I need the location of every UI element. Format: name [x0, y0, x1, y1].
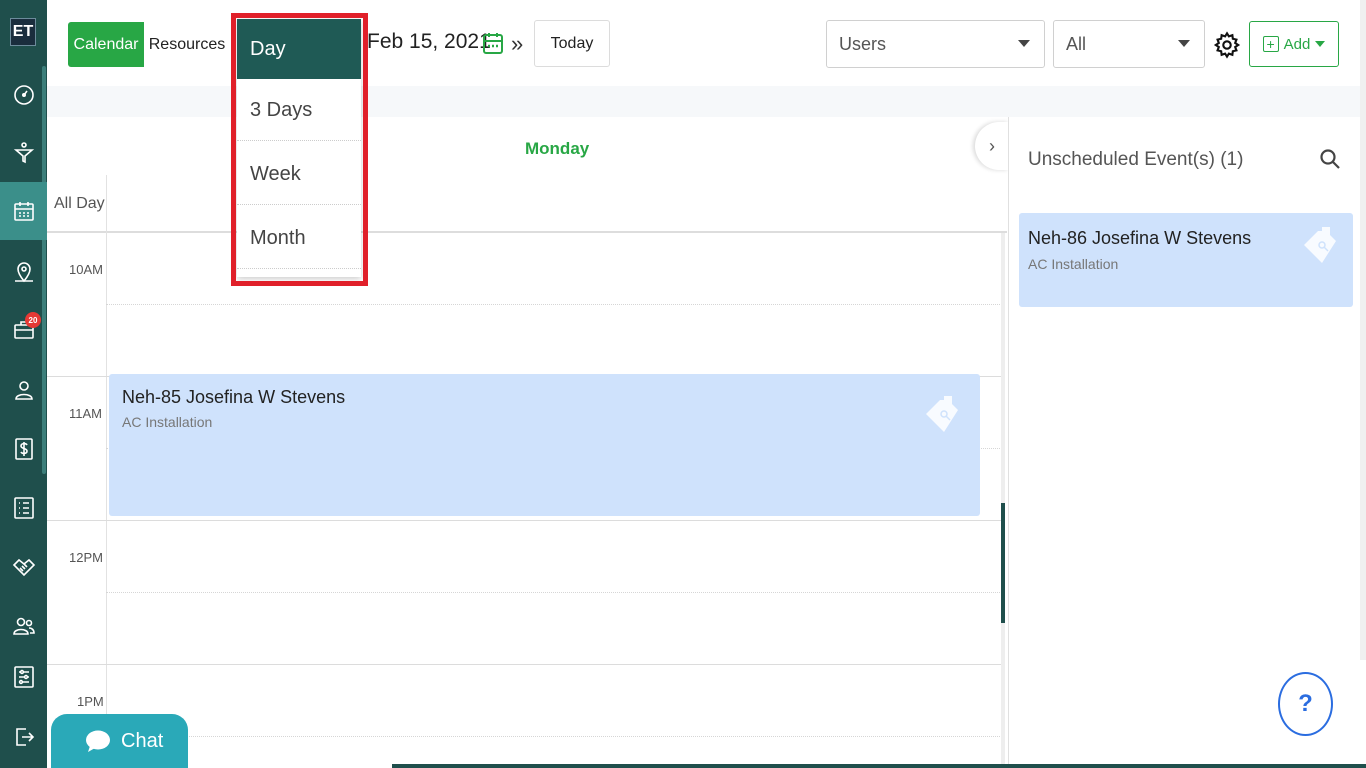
chevron-down-icon [1018, 40, 1030, 47]
hour-line [47, 664, 1002, 665]
next-date-button[interactable]: » [511, 32, 523, 56]
sidebar-item-deals[interactable] [0, 547, 47, 587]
chat-button[interactable]: Chat [51, 714, 188, 768]
calendar-scrollbar-thumb[interactable] [1001, 503, 1005, 623]
page-scrollbar[interactable] [1360, 0, 1366, 660]
sidebar-item-funnel[interactable] [0, 133, 47, 173]
dollar-icon [14, 438, 33, 460]
unscheduled-event-title: Neh-86 Josefina W Stevens [1028, 228, 1252, 248]
sidebar-item-settings[interactable] [0, 657, 47, 697]
time-label: 11AM [69, 406, 102, 421]
view-option-day[interactable]: Day [237, 19, 361, 79]
bottom-strip [392, 764, 1366, 768]
unscheduled-event-subtitle: AC Installation [1028, 256, 1119, 272]
add-button[interactable]: + Add [1249, 21, 1339, 67]
half-hour-line [106, 592, 1002, 593]
unscheduled-title: Unscheduled Event(s) (1) [1028, 149, 1244, 170]
map-pin-icon [14, 262, 33, 283]
time-label: 1PM [77, 694, 104, 709]
half-hour-line [106, 304, 1002, 305]
all-day-label: All Day [54, 195, 105, 212]
view-option-3days[interactable]: 3 Days [237, 81, 361, 141]
handshake-icon [12, 558, 35, 577]
chat-label: Chat [121, 729, 164, 752]
app-logo[interactable]: ET [10, 18, 36, 46]
event-title: Neh-85 Josefina W Stevens [122, 387, 346, 407]
caret-down-icon [1315, 41, 1326, 47]
half-hour-line [106, 736, 1002, 737]
time-label: 10AM [69, 262, 103, 277]
view-option-week[interactable]: Week [237, 145, 361, 205]
search-icon[interactable] [1318, 147, 1342, 171]
sidebar-item-customers[interactable] [0, 370, 47, 410]
calendar-icon [13, 202, 34, 221]
current-date-label: Feb 15, 2021 [367, 30, 491, 53]
chevron-down-icon [1178, 40, 1190, 47]
sidebar-item-calendar[interactable] [0, 182, 47, 240]
users-icon [12, 617, 35, 635]
sidebar-item-dashboard[interactable] [0, 75, 47, 115]
sidebar: ET 20 [0, 0, 47, 768]
calendar-scrollbar[interactable] [1001, 233, 1005, 768]
logout-icon [15, 728, 34, 746]
sidebar-item-jobs[interactable]: 20 [0, 310, 47, 350]
jobs-badge: 20 [25, 312, 41, 328]
gear-icon[interactable] [1213, 31, 1241, 59]
help-button[interactable]: ? [1278, 672, 1333, 736]
tag-icon [1304, 227, 1336, 263]
calendar-tab-button[interactable]: Calendar [68, 22, 144, 67]
unscheduled-events-panel: Unscheduled Event(s) (1) Neh-86 Josefina… [1008, 117, 1366, 768]
time-column-divider [106, 175, 107, 768]
settings-sliders-icon [13, 666, 34, 688]
event-subtitle: AC Installation [122, 414, 213, 430]
all-day-row[interactable]: All Day [47, 175, 1007, 233]
chat-bubble-icon [86, 730, 110, 752]
scheduled-event[interactable]: Neh-85 Josefina W Stevens AC Installatio… [109, 374, 980, 516]
resources-tab-button[interactable]: Resources [144, 22, 230, 67]
sidebar-item-map[interactable] [0, 252, 47, 292]
tag-icon [926, 396, 958, 432]
list-icon [13, 497, 34, 519]
day-column-header: Monday [525, 139, 590, 158]
time-label: 12PM [69, 550, 103, 565]
hour-line [47, 520, 1002, 521]
sidebar-item-billing[interactable] [0, 429, 47, 469]
users-select-value: Users [839, 33, 887, 54]
chevron-right-icon: › [989, 135, 995, 156]
sidebar-item-list[interactable] [0, 488, 47, 528]
plus-icon: + [1262, 36, 1279, 52]
date-picker-icon[interactable] [482, 31, 504, 55]
add-button-label: Add [1283, 35, 1311, 53]
funnel-icon [13, 142, 34, 164]
filter-all-value: All [1066, 33, 1087, 54]
day-calendar: Monday All Day 10AM 11AM 12PM 1PM Neh-85… [47, 117, 1007, 768]
view-option-month[interactable]: Month [237, 209, 361, 269]
users-select[interactable]: Users [826, 20, 1045, 68]
sidebar-item-logout[interactable] [0, 717, 47, 757]
view-dropdown-menu: Day 3 Days Week Month [237, 19, 361, 277]
unscheduled-event-card[interactable]: Neh-86 Josefina W Stevens AC Installatio… [1019, 213, 1353, 307]
today-button[interactable]: Today [534, 20, 610, 67]
filter-all-select[interactable]: All [1053, 20, 1205, 68]
user-icon [14, 381, 33, 400]
dashboard-icon [13, 85, 34, 105]
sidebar-item-team[interactable] [0, 606, 47, 646]
